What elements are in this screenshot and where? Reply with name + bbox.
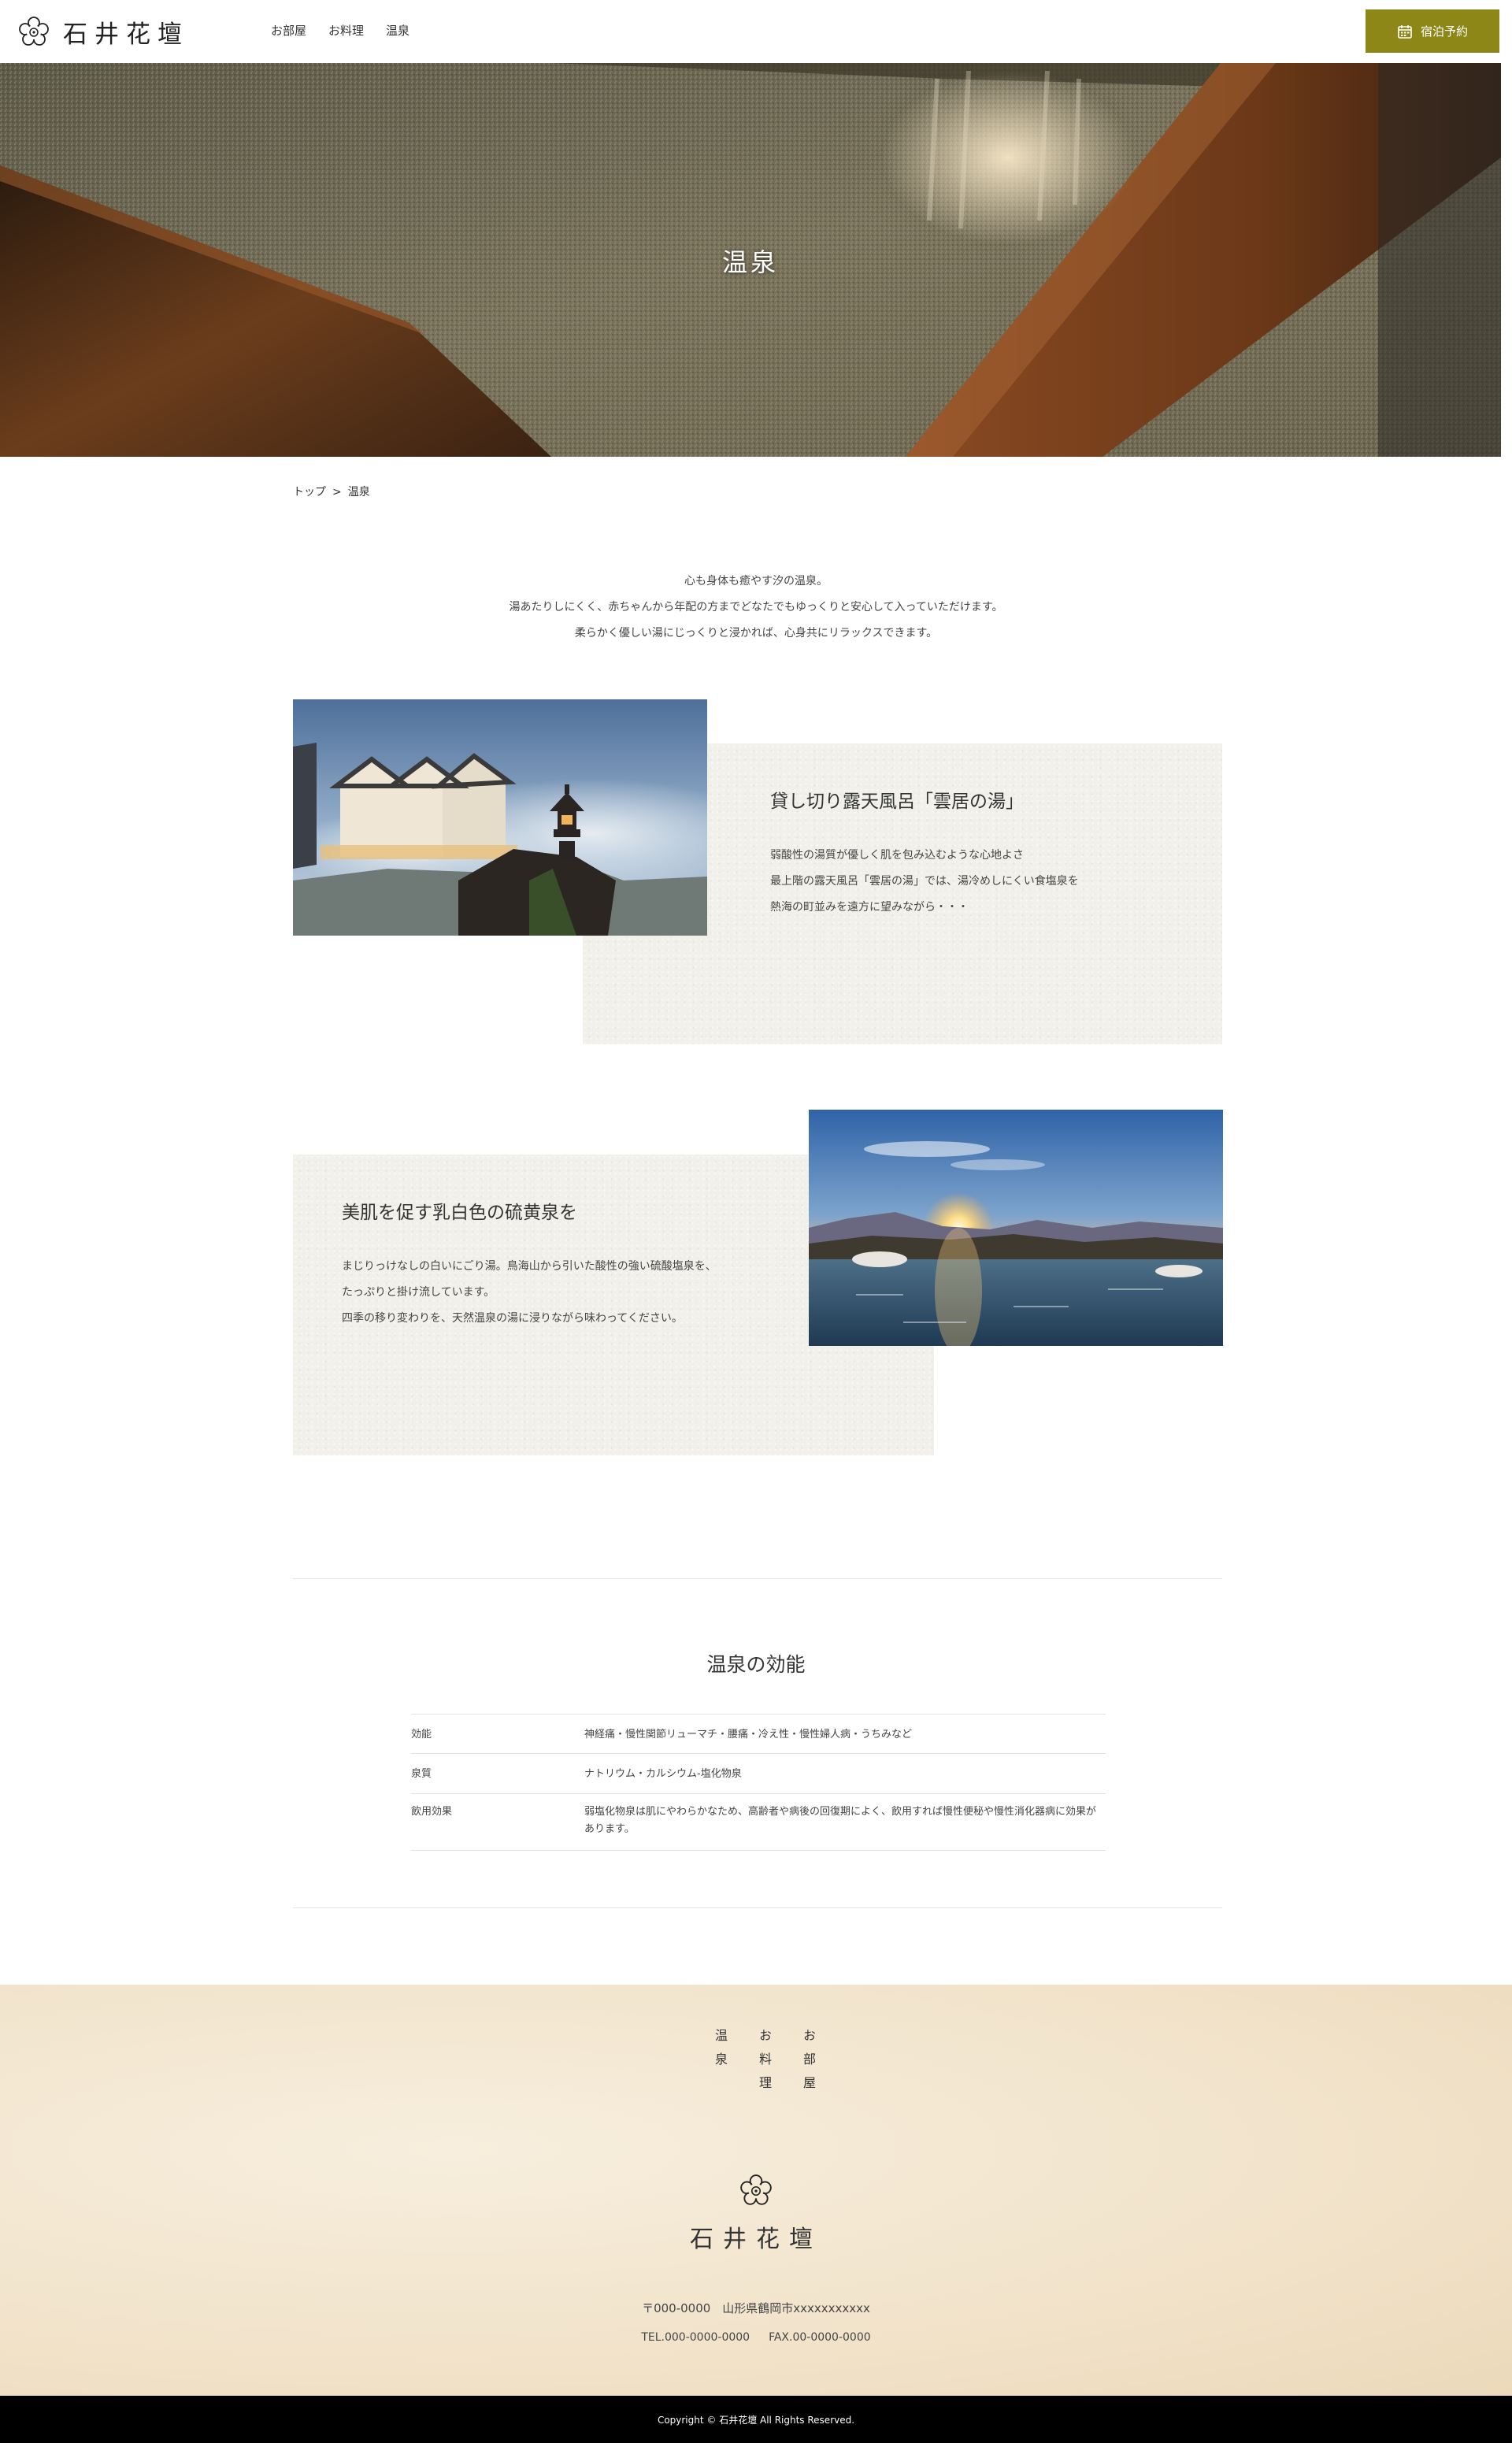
intro-line: 湯あたりしにくく、赤ちゃんから年配の方までどなたでもゆっくりと安心して入っていた… bbox=[509, 601, 1003, 614]
feature-photo-lantern bbox=[293, 699, 707, 936]
feature-text-2: 美肌を促す乳白色の硫黄泉を まじりっけなしの白いにごり湯。鳥海山から引いた酸性の… bbox=[342, 1197, 783, 1332]
efficacy-title: 温泉の効能 bbox=[706, 1653, 806, 1676]
efficacy-key: 効能 bbox=[411, 1714, 584, 1754]
nav-cuisine[interactable]: お料理 bbox=[328, 22, 364, 39]
feature-photo-sunset bbox=[809, 1110, 1223, 1346]
footer-nav-rooms[interactable]: お部屋 bbox=[799, 2029, 817, 2100]
table-row: 飲用効果 弱塩化物泉は肌にやわらかなため、高齢者や病後の回復期によく、飲用すれば… bbox=[411, 1793, 1106, 1851]
breadcrumb-separator: > bbox=[332, 486, 342, 499]
intro-line: 心も身体も癒やす汐の温泉。 bbox=[684, 575, 828, 588]
feature-line: 熱海の町並みを遠方に望みながら・・・ bbox=[770, 901, 969, 914]
copyright-bar: Copyright © 石井花壇 All Rights Reserved. bbox=[0, 2396, 1512, 2443]
sunset-onsen-image bbox=[809, 1110, 1223, 1346]
copyright-text: Copyright © 石井花壇 All Rights Reserved. bbox=[657, 2414, 855, 2426]
logo-text: 石井花壇 bbox=[63, 20, 189, 49]
footer-nav-cuisine[interactable]: お料理 bbox=[754, 2029, 773, 2100]
reserve-label: 宿泊予約 bbox=[1420, 24, 1468, 39]
feature-line: 弱酸性の湯質が優しく肌を包み込むような心地よさ bbox=[770, 849, 1024, 862]
footer-fax: FAX.00-0000-0000 bbox=[769, 2331, 871, 2344]
calendar-icon bbox=[1398, 24, 1412, 39]
footer-logo[interactable]: 石井花壇 bbox=[0, 2174, 1512, 2254]
efficacy-value: ナトリウム・カルシウム-塩化物泉 bbox=[584, 1753, 1106, 1794]
flower-emblem-icon bbox=[740, 2174, 772, 2205]
breadcrumb: トップ > 温泉 bbox=[293, 484, 370, 499]
main-nav: お部屋 お料理 温泉 bbox=[271, 22, 410, 39]
efficacy-value: 弱塩化物泉は肌にやわらかなため、高齢者や病後の回復期によく、飲用すれば慢性便秘や… bbox=[584, 1793, 1106, 1851]
nav-rooms[interactable]: お部屋 bbox=[271, 22, 306, 39]
nav-hot-spring[interactable]: 温泉 bbox=[386, 22, 410, 39]
feature-line: まじりっけなしの白いにごり湯。鳥海山から引いた酸性の強い硫酸塩泉を、 bbox=[342, 1260, 717, 1273]
footer-address: 〒000-0000 山形県鶴岡市xxxxxxxxxxx bbox=[642, 2301, 870, 2315]
site-footer: 温泉 お料理 お部屋 石井花壇 〒000-0000 山形県鶴岡市xxxxxxxx… bbox=[0, 1985, 1512, 2396]
site-header: 石井花壇 お部屋 お料理 温泉 宿泊予約 bbox=[0, 0, 1512, 63]
feature-body: 弱酸性の湯質が優しく肌を包み込むような心地よさ 最上階の露天風呂「雲居の湯」では… bbox=[770, 843, 1180, 921]
efficacy-key: 泉質 bbox=[411, 1753, 584, 1794]
footer-tel: TEL.000-0000-0000 bbox=[641, 2331, 750, 2344]
table-row: 泉質 ナトリウム・カルシウム-塩化物泉 bbox=[411, 1753, 1106, 1794]
hero-title: 温泉 bbox=[721, 247, 779, 277]
reserve-button[interactable]: 宿泊予約 bbox=[1366, 9, 1499, 53]
efficacy-value: 神経痛・慢性関節リューマチ・腰痛・冷え性・慢性婦人病・うちみなど bbox=[584, 1714, 1106, 1754]
lantern-onsen-image bbox=[293, 699, 707, 936]
breadcrumb-current: 温泉 bbox=[347, 486, 370, 499]
intro-text: 心も身体も癒やす汐の温泉。 湯あたりしにくく、赤ちゃんから年配の方までどなたでも… bbox=[0, 569, 1512, 647]
feature-line: 四季の移り変わりを、天然温泉の湯に浸りながら味わってください。 bbox=[342, 1312, 683, 1325]
site-logo[interactable]: 石井花壇 bbox=[17, 14, 189, 50]
efficacy-key: 飲用効果 bbox=[411, 1793, 584, 1851]
footer-nav: 温泉 お料理 お部屋 bbox=[710, 2029, 817, 2100]
divider bbox=[293, 1578, 1222, 1579]
efficacy-table: 効能 神経痛・慢性関節リューマチ・腰痛・冷え性・慢性婦人病・うちみなど 泉質 ナ… bbox=[411, 1714, 1106, 1851]
footer-contact: TEL.000-0000-0000 FAX.00-0000-0000 bbox=[0, 2331, 1512, 2344]
feature-line: 最上階の露天風呂「雲居の湯」では、湯冷めしにくい食塩泉を bbox=[770, 875, 1079, 888]
footer-logo-text: 石井花壇 bbox=[690, 2226, 822, 2253]
feature-title: 美肌を促す乳白色の硫黄泉を bbox=[342, 1203, 577, 1223]
feature-line: たっぷりと掛け流しています。 bbox=[342, 1286, 495, 1299]
divider bbox=[293, 1907, 1222, 1908]
table-row: 効能 神経痛・慢性関節リューマチ・腰痛・冷え性・慢性婦人病・うちみなど bbox=[411, 1714, 1106, 1754]
intro-line: 柔らかく優しい湯にじっくりと浸かれば、心身共にリラックスできます。 bbox=[574, 627, 938, 639]
footer-nav-hot-spring[interactable]: 温泉 bbox=[710, 2029, 729, 2100]
feature-body: まじりっけなしの白いにごり湯。鳥海山から引いた酸性の強い硫酸塩泉を、 たっぷりと… bbox=[342, 1254, 783, 1332]
flower-emblem-icon bbox=[19, 16, 49, 46]
breadcrumb-home[interactable]: トップ bbox=[293, 486, 326, 499]
feature-title: 貸し切り露天風呂「雲居の湯」 bbox=[770, 791, 1024, 812]
hero-banner: 温泉 bbox=[0, 63, 1501, 457]
feature-text-1: 貸し切り露天風呂「雲居の湯」 弱酸性の湯質が優しく肌を包み込むような心地よさ 最… bbox=[770, 786, 1180, 921]
